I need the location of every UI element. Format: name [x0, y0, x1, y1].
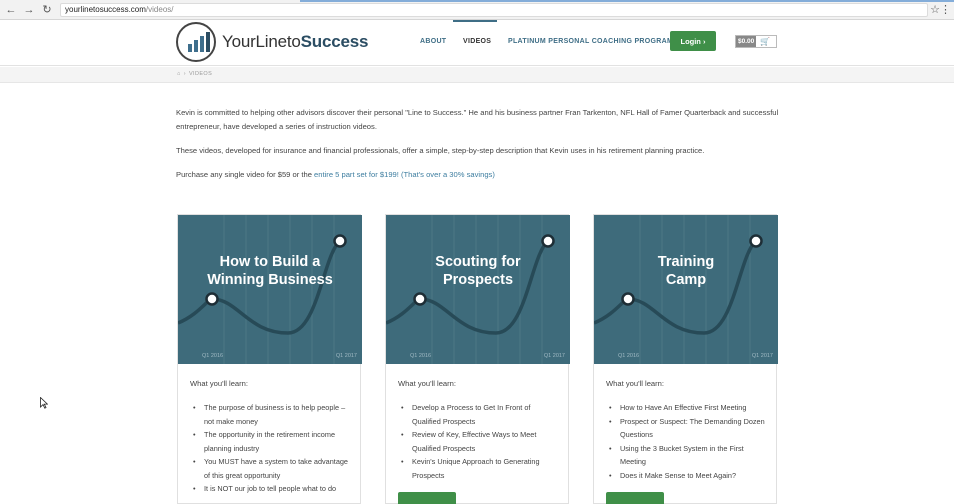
learn-label: What you'll learn:: [190, 379, 249, 388]
address-bar[interactable]: yourlinetosuccess.com/videos/: [60, 2, 928, 17]
timeline-start: Q1 2016: [202, 353, 224, 359]
cart-icon: 🛒: [760, 37, 771, 46]
growth-line-graphic: [178, 215, 347, 364]
breadcrumb-separator-icon: ›: [183, 71, 186, 77]
list-item: Kevin's Unique Approach to Generating Pr…: [398, 455, 560, 482]
video-thumbnail[interactable]: Scouting for Prospects Q1 2016 Q1 2017: [386, 215, 570, 364]
intro-paragraph-3: Purchase any single video for $59 or the…: [176, 170, 495, 179]
back-icon[interactable]: ←: [4, 3, 18, 17]
video-thumbnail[interactable]: Training Camp Q1 2016 Q1 2017: [594, 215, 778, 364]
forward-icon[interactable]: →: [22, 3, 36, 17]
list-item: Using the 3 Bucket System in the First M…: [606, 442, 768, 469]
cart-amount: $0.00: [736, 36, 757, 47]
browser-menu-icon[interactable]: ⋮: [940, 3, 951, 16]
list-item: The purpose of business is to help peopl…: [190, 401, 352, 428]
bookmark-star-icon[interactable]: ☆: [930, 3, 940, 16]
timeline-start: Q1 2016: [618, 353, 640, 359]
learn-list: The purpose of business is to help peopl…: [190, 401, 352, 496]
learn-label: What you'll learn:: [398, 379, 457, 388]
video-card[interactable]: Training Camp Q1 2016 Q1 2017 What you'll…: [593, 214, 778, 504]
timeline-start: Q1 2016: [410, 353, 432, 359]
site-header: YourLinetoSuccess ABOUT VIDEOS PLATINUM …: [0, 20, 954, 66]
list-item: Develop a Process to Get In Front of Qua…: [398, 401, 560, 428]
video-card[interactable]: Scouting for Prospects Q1 2016 Q1 2017 Wh…: [385, 214, 570, 504]
nav-about[interactable]: ABOUT: [420, 38, 446, 45]
breadcrumb-bar: ⌂ › VIDEOS: [0, 67, 954, 83]
url-path: /videos/: [145, 5, 174, 14]
list-item: It is NOT our job to tell people what to…: [190, 482, 352, 496]
buy-video-button[interactable]: [606, 492, 664, 504]
breadcrumb: ⌂ › VIDEOS: [177, 71, 212, 77]
list-item: The opportunity in the retirement income…: [190, 428, 352, 455]
learn-label: What you'll learn:: [606, 379, 665, 388]
nav-videos[interactable]: VIDEOS: [463, 38, 491, 45]
timeline-end: Q1 2017: [543, 353, 565, 359]
login-button[interactable]: Login ›: [670, 31, 716, 51]
url-host: yourlinetosuccess.com: [65, 5, 146, 14]
video-title: Scouting for Prospects: [435, 254, 521, 288]
mouse-cursor-icon: [40, 397, 48, 409]
nav-platinum-coaching[interactable]: PLATINUM PERSONAL COACHING PROGRAM: [508, 38, 673, 45]
home-icon[interactable]: ⌂: [177, 71, 181, 77]
list-item: Does it Make Sense to Meet Again?: [606, 469, 768, 483]
video-thumbnail[interactable]: How to Build a Winning Business Q1 2016 Q…: [178, 215, 362, 364]
browser-toolbar: ← → ↻ yourlinetosuccess.com/videos/ ☆ ⋮: [0, 0, 954, 20]
timeline-end: Q1 2017: [335, 353, 357, 359]
full-set-link[interactable]: entire 5 part set for $199! (That's over…: [314, 170, 495, 179]
list-item: Prospect or Suspect: The Demanding Dozen…: [606, 415, 768, 442]
timeline-end: Q1 2017: [751, 353, 773, 359]
growth-line-graphic: [386, 215, 555, 364]
cart-button[interactable]: $0.00 🛒: [735, 35, 777, 48]
intro-copy: Kevin is committed to helping other advi…: [176, 106, 780, 192]
list-item: Review of Key, Effective Ways to Meet Qu…: [398, 428, 560, 455]
growth-line-graphic: [594, 215, 763, 364]
breadcrumb-current: VIDEOS: [188, 71, 213, 77]
list-item: How to Have An Effective First Meeting: [606, 401, 768, 415]
video-title: How to Build a Winning Business: [207, 254, 333, 288]
tab-indicator: [300, 0, 954, 2]
buy-video-button[interactable]: [398, 492, 456, 504]
video-card[interactable]: How to Build a Winning Business Q1 2016 Q…: [177, 214, 362, 504]
learn-list: Develop a Process to Get In Front of Qua…: [398, 401, 560, 482]
intro-paragraph-1: Kevin is committed to helping other advi…: [176, 108, 779, 131]
main-nav: ABOUT VIDEOS PLATINUM PERSONAL COACHING …: [0, 20, 954, 66]
learn-list: How to Have An Effective First Meeting P…: [606, 401, 768, 482]
nav-active-indicator: [453, 20, 497, 22]
list-item: You MUST have a system to take advantage…: [190, 455, 352, 482]
video-title: Training Camp: [657, 254, 715, 288]
intro-paragraph-2: These videos, developed for insurance an…: [176, 146, 705, 155]
reload-icon[interactable]: ↻: [40, 3, 54, 17]
